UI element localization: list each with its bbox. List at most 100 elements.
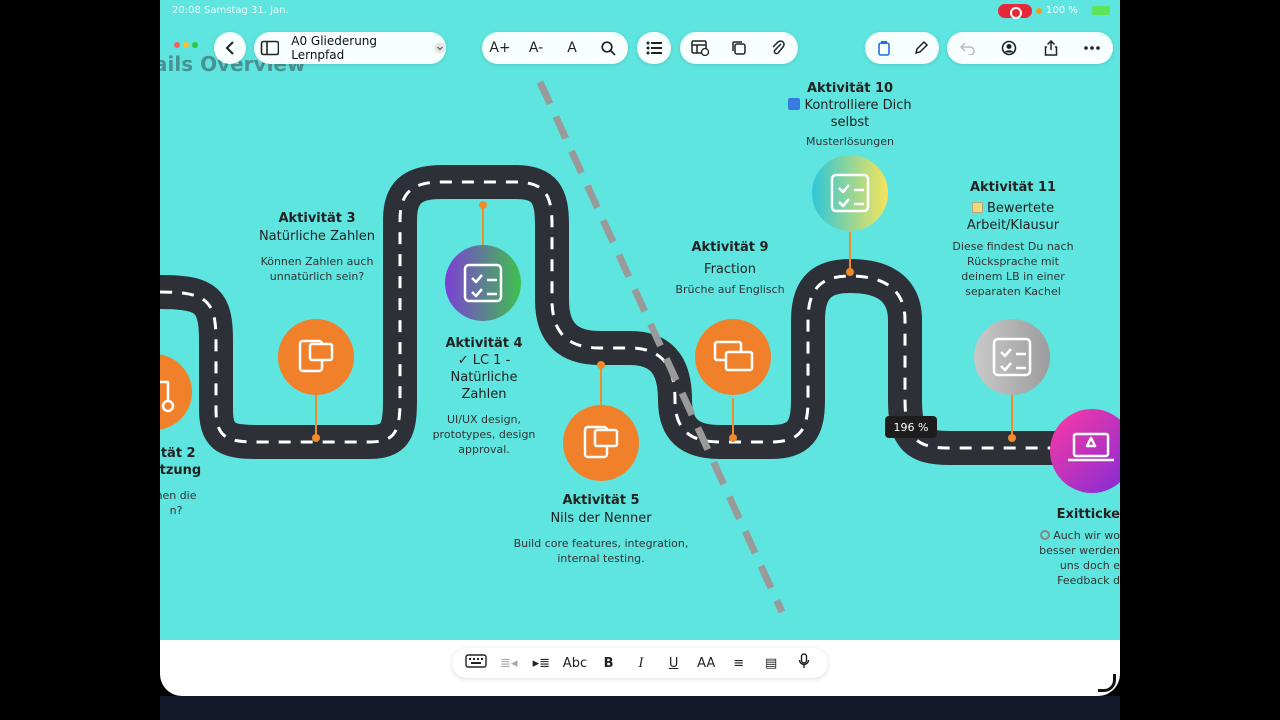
milestone-11-circle bbox=[974, 319, 1050, 395]
keyboard-icon[interactable] bbox=[465, 654, 487, 672]
activity-10-subtitle-1: Kontrolliere Dich bbox=[772, 98, 928, 113]
activity-4-title: Aktivität 4 bbox=[445, 336, 523, 351]
drawing-group bbox=[865, 32, 939, 64]
title-pill[interactable]: A0 Gliederung Lernpfad bbox=[254, 32, 446, 64]
increase-font-label: A+ bbox=[489, 40, 511, 56]
activity-5-title: Aktivität 5 bbox=[562, 493, 640, 508]
align-icon[interactable]: ≡ bbox=[728, 656, 750, 671]
highlighter-icon bbox=[877, 41, 890, 56]
spellcheck-button[interactable]: Abc bbox=[563, 656, 587, 671]
highlighter-button[interactable] bbox=[866, 32, 902, 64]
activity-11-desc-2: Rücksprache mit bbox=[967, 255, 1059, 268]
activity-5-desc-2: internal testing. bbox=[557, 552, 645, 565]
decrease-font-label: A- bbox=[528, 40, 544, 56]
dictation-mic-icon[interactable] bbox=[793, 653, 815, 673]
activity-3-desc-2: unnatürlich sein? bbox=[269, 270, 365, 283]
activity-4-text: Aktivität 4 ✓ LC 1 - Natürliche Zahlen U… bbox=[418, 336, 550, 457]
chevron-left-icon bbox=[225, 41, 234, 55]
exit-ticket-desc-2: besser werden bbox=[1039, 544, 1120, 557]
collaborate-button[interactable] bbox=[991, 32, 1027, 64]
screen-record-indicator[interactable] bbox=[998, 4, 1032, 19]
increase-font-button[interactable]: A+ bbox=[482, 32, 518, 64]
activity-9-desc-1: Brüche auf Englisch bbox=[675, 283, 785, 296]
milestone-10-circle bbox=[812, 155, 888, 231]
text-box-icon[interactable]: ▤ bbox=[760, 656, 782, 671]
activity-2-subtitle: etzung bbox=[160, 463, 202, 478]
share-button[interactable] bbox=[1033, 32, 1069, 64]
activity-4-subtitle-3: Zahlen bbox=[461, 387, 507, 402]
activity-4-desc-1: UI/UX design, bbox=[446, 413, 522, 426]
document-title[interactable]: A0 Gliederung Lernpfad bbox=[291, 34, 428, 62]
share-icon bbox=[1044, 40, 1057, 56]
activity-11-desc-4: separaten Kachel bbox=[965, 285, 1061, 298]
activity-4-desc-2: prototypes, design bbox=[432, 428, 536, 441]
search-icon bbox=[600, 40, 616, 56]
ellipsis-icon bbox=[1084, 46, 1101, 50]
actions-group bbox=[947, 32, 1113, 64]
activity-11-desc-3: deinem LB in einer bbox=[961, 270, 1065, 283]
activity-10-subtitle-2: selbst bbox=[830, 115, 870, 130]
laptop-rocket-icon bbox=[1068, 432, 1114, 462]
back-button[interactable] bbox=[214, 32, 246, 64]
activity-11-subtitle-1-text: Bewertete bbox=[987, 201, 1055, 216]
chevron-down-icon[interactable] bbox=[434, 42, 446, 54]
attach-button[interactable] bbox=[760, 32, 796, 64]
list-icon bbox=[646, 41, 662, 55]
activity-2-text: ität 2 etzung nen die n? bbox=[160, 446, 222, 518]
activity-4-desc-3: approval. bbox=[458, 443, 510, 456]
activity-11-subtitle-1: Bewertete bbox=[942, 201, 1084, 216]
underline-button[interactable]: U bbox=[663, 656, 685, 671]
status-bar: 20:08 Samstag 31. Jan. 100 % bbox=[160, 0, 1120, 22]
activity-11-desc-1: Diese findest Du nach bbox=[952, 240, 1074, 253]
activity-10-subtitle-1-text: Kontrolliere Dich bbox=[804, 98, 912, 113]
sidebar-icon bbox=[260, 40, 280, 56]
dot-green bbox=[192, 42, 198, 48]
refresh-icon bbox=[1039, 530, 1050, 540]
home-indicator-area bbox=[160, 696, 1120, 720]
pen-button[interactable] bbox=[903, 32, 939, 64]
activity-3-text: Aktivität 3 Natürliche Zahlen Können Zah… bbox=[242, 211, 392, 284]
text-size-button[interactable]: AA bbox=[695, 656, 717, 671]
milestone-2-circle bbox=[160, 354, 192, 430]
decrease-font-button[interactable]: A- bbox=[518, 32, 554, 64]
indent-icon[interactable]: ▸≣ bbox=[530, 656, 552, 671]
activity-5-text: Aktivität 5 Nils der Nenner Build core f… bbox=[490, 493, 712, 566]
activity-11-title: Aktivität 11 bbox=[969, 180, 1057, 195]
copy-icon bbox=[732, 41, 746, 55]
list-button[interactable] bbox=[637, 32, 671, 64]
battery-percent: 100 % bbox=[1046, 5, 1078, 16]
italic-button[interactable]: I bbox=[630, 656, 652, 671]
note-canvas[interactable]: ails Overview ität 2 etzung nen die n? A… bbox=[160, 0, 1120, 640]
activity-11-text: Aktivität 11 Bewertete Arbeit/Klausur Di… bbox=[942, 180, 1084, 299]
text-style-button[interactable]: A bbox=[554, 32, 590, 64]
activity-10-title: Aktivität 10 bbox=[806, 81, 894, 96]
exit-ticket-desc-1-text: Auch wir wo bbox=[1053, 529, 1120, 542]
search-button[interactable] bbox=[590, 32, 626, 64]
activity-4-subtitle-1: ✓ LC 1 - bbox=[457, 353, 511, 368]
activity-4-subtitle-2: Natürliche bbox=[450, 370, 518, 385]
undo-button[interactable] bbox=[950, 32, 986, 64]
activity-5-subtitle: Nils der Nenner bbox=[550, 511, 652, 526]
activity-3-subtitle: Natürliche Zahlen bbox=[258, 229, 376, 244]
undo-icon bbox=[959, 42, 975, 55]
activity-5-desc-1: Build core features, integration, bbox=[513, 537, 689, 550]
multitasking-dots[interactable] bbox=[174, 42, 198, 48]
copy-button[interactable] bbox=[721, 32, 757, 64]
memo-icon bbox=[971, 202, 983, 213]
more-button[interactable] bbox=[1074, 32, 1110, 64]
table-button[interactable] bbox=[682, 32, 718, 64]
text-format-group: A+ A- A bbox=[482, 32, 628, 64]
bold-button[interactable]: B bbox=[598, 656, 620, 671]
activity-9-subtitle: Fraction bbox=[704, 262, 756, 277]
text-shortcut-bar: ≣◂ ▸≣ Abc B I U AA ≡ ▤ bbox=[452, 648, 828, 678]
paperclip-icon bbox=[772, 40, 786, 55]
exit-ticket-desc-3: uns doch e bbox=[1059, 559, 1120, 572]
outdent-icon[interactable]: ≣◂ bbox=[498, 656, 520, 671]
exit-ticket-desc-4: Feedback d bbox=[1057, 574, 1120, 587]
ipad-screen: ails Overview ität 2 etzung nen die n? A… bbox=[160, 0, 1120, 696]
activity-2-desc-1: nen die bbox=[160, 489, 197, 502]
exit-ticket-text: Exitticke Auch wir wo besser werden uns … bbox=[1028, 507, 1120, 588]
status-time-date: 20:08 Samstag 31. Jan. bbox=[172, 5, 289, 16]
collaborate-icon bbox=[1001, 40, 1017, 56]
resize-grabber[interactable] bbox=[1098, 674, 1116, 692]
